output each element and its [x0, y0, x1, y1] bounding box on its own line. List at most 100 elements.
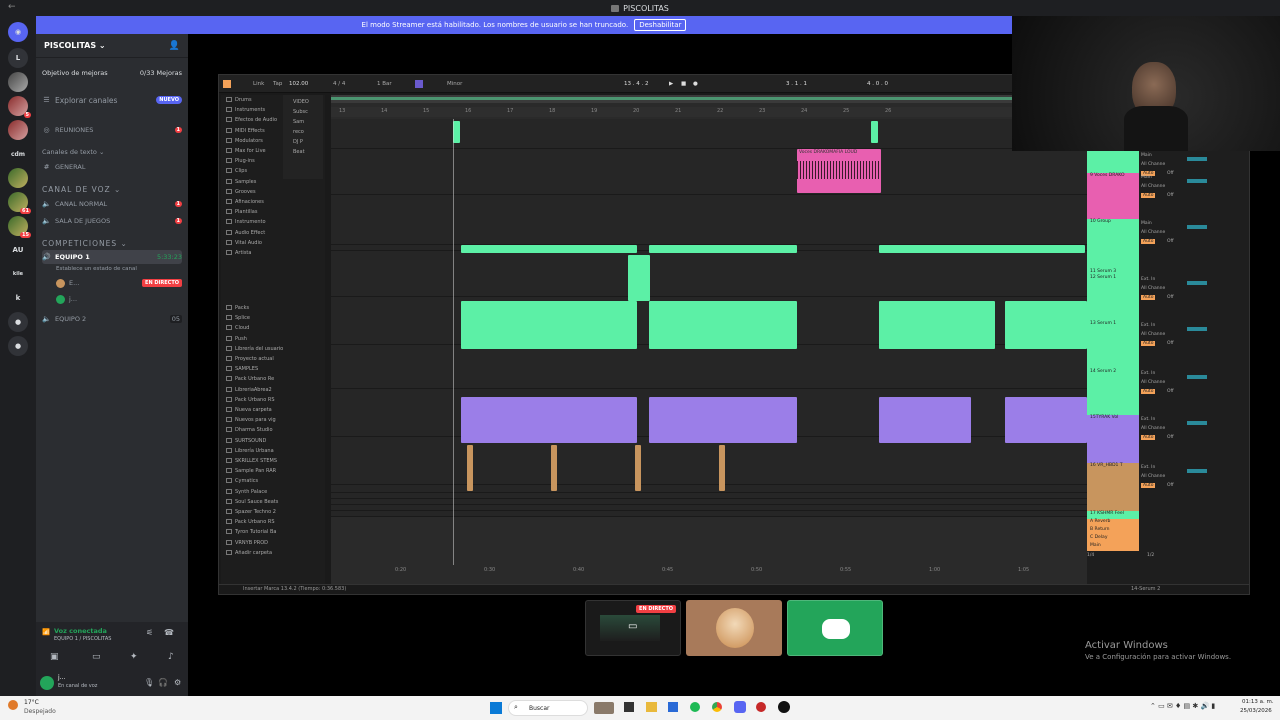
track-lane[interactable] — [331, 251, 1087, 297]
disconnect-icon[interactable]: ☎ — [164, 628, 174, 637]
overview-bar[interactable] — [331, 95, 1087, 103]
competitions-category[interactable]: COMPETICIONES ⌄ — [42, 236, 182, 250]
track-input[interactable]: Ext. In — [1141, 371, 1155, 376]
add-member-icon[interactable]: 👤 — [169, 41, 180, 51]
browser-collection[interactable]: Grooves — [235, 189, 256, 195]
widget-icon[interactable] — [594, 702, 614, 714]
track-title[interactable]: 15TYRAK Vol — [1087, 415, 1139, 463]
browser-folder[interactable]: VIDEO — [293, 99, 309, 105]
browser-place[interactable]: VRNYB PROD — [235, 540, 268, 546]
browser-collection[interactable]: Plantillas — [235, 209, 257, 215]
track-channel[interactable]: All Channe — [1141, 332, 1165, 337]
track-lane[interactable] — [331, 149, 1087, 195]
audio-clip[interactable] — [461, 397, 637, 443]
track-input[interactable]: Ext. In — [1141, 417, 1155, 422]
browser-place[interactable]: Librería del usuario — [235, 346, 283, 352]
track-title[interactable]: Main — [1087, 543, 1139, 551]
monitor-auto[interactable]: Auto — [1141, 389, 1156, 394]
noise-icon[interactable]: ⚟ — [146, 628, 153, 637]
server-cdm[interactable]: cdm — [8, 144, 28, 164]
browser-collection[interactable]: Vital Audio — [235, 240, 262, 246]
chrome-icon[interactable] — [712, 702, 722, 712]
track-title[interactable]: 12 Serum 1 — [1087, 275, 1139, 321]
file-explorer-icon[interactable] — [646, 702, 657, 712]
headphones-icon[interactable]: 🎧 — [158, 678, 168, 687]
track-lane[interactable] — [331, 119, 1087, 149]
track-title[interactable]: 10 Group — [1087, 219, 1139, 269]
browser-collection[interactable]: Plug-ins — [235, 158, 255, 164]
monitor-auto[interactable]: Auto — [1141, 193, 1156, 198]
meter-field[interactable]: 4 / 4 — [333, 81, 345, 87]
browser-collection[interactable]: Modulators — [235, 138, 263, 144]
monitor-off[interactable]: Off — [1167, 193, 1174, 198]
store-icon[interactable] — [668, 702, 678, 712]
browser-folder[interactable]: Sam — [293, 119, 304, 125]
browser-collection[interactable]: Audio Effect — [235, 230, 265, 236]
track-channel[interactable]: All Channe — [1141, 230, 1165, 235]
monitor-off[interactable]: Off — [1167, 295, 1174, 300]
monitor-off[interactable]: Off — [1167, 239, 1174, 244]
track-lane[interactable] — [331, 485, 1087, 493]
user-tile[interactable] — [686, 600, 782, 656]
track-title[interactable]: 17 KSHMR Feel — [1087, 511, 1139, 519]
task-view-icon[interactable] — [624, 702, 634, 712]
audio-clip[interactable] — [635, 445, 641, 491]
voice-channel[interactable]: 🔈 CANAL NORMAL 1 — [42, 197, 182, 211]
browser-place[interactable]: Nuevos para vig — [235, 417, 276, 423]
track-title[interactable]: 13 Serum 1 — [1087, 321, 1139, 369]
monitor-auto[interactable]: Auto — [1141, 239, 1156, 244]
position-field[interactable]: 13 . 4 . 2 — [624, 81, 649, 87]
audio-clip[interactable] — [871, 121, 878, 143]
server-k[interactable]: k — [8, 288, 28, 308]
server-avatar[interactable]: 5 — [8, 96, 31, 118]
voice-status[interactable]: Voz conectada — [54, 627, 107, 635]
server-avatar[interactable]: 61 — [8, 192, 31, 214]
track-title[interactable]: B Return — [1087, 527, 1139, 535]
browser-place[interactable]: Nueva carpeta — [235, 407, 272, 413]
server-avatar[interactable] — [8, 120, 28, 140]
bar-ruler[interactable]: 13 14 15 16 17 18 19 20 21 22 23 24 25 26 — [331, 107, 1087, 117]
server-avatar[interactable] — [8, 168, 28, 188]
tray-icons[interactable]: ⌃ ▭ ✉ ♦ ▤ ✱ 🔊 ▮ — [1150, 702, 1215, 710]
ableton-taskbar-icon[interactable] — [778, 701, 790, 713]
browser-place[interactable]: Splice — [235, 315, 250, 321]
explore-channels[interactable]: ☰ Explorar canales NUEVO — [42, 93, 182, 107]
track-channel[interactable]: All Channe — [1141, 380, 1165, 385]
track-input[interactable]: Main — [1141, 175, 1152, 180]
browser-place[interactable]: Sample Pan RAR — [235, 468, 276, 474]
activity-icon[interactable]: ✦ — [130, 652, 138, 662]
loop-start-field[interactable]: 3 . 1 . 1 — [786, 81, 807, 87]
track-channel[interactable]: All Channe — [1141, 286, 1165, 291]
weather-temp[interactable]: 17°C — [24, 699, 39, 706]
track-title[interactable]: 16 VR_HBD1 T — [1087, 463, 1139, 511]
monitor-auto[interactable]: Auto — [1141, 435, 1156, 440]
browser-place[interactable]: Packs — [235, 305, 249, 311]
browser-place[interactable]: Pack Urbano RS — [235, 519, 275, 525]
spotify-icon[interactable] — [690, 702, 700, 712]
browser-folder[interactable]: Subsc — [293, 109, 308, 115]
browser-place[interactable]: Librería Urbana — [235, 448, 274, 454]
track-lane[interactable] — [331, 437, 1087, 485]
track-title[interactable]: A Reverb — [1087, 519, 1139, 527]
audio-clip[interactable] — [1005, 397, 1087, 443]
monitor-off[interactable]: Off — [1167, 171, 1174, 176]
browser-place[interactable]: Synth Palace — [235, 489, 267, 495]
browser-collection[interactable]: Clips — [235, 168, 247, 174]
browser-place[interactable]: Pack Urbano Re — [235, 376, 274, 382]
weather-icon[interactable] — [8, 700, 18, 710]
audio-clip[interactable] — [879, 245, 1085, 253]
audio-clip[interactable] — [628, 255, 650, 301]
audio-clip[interactable] — [467, 445, 473, 491]
browser-place[interactable]: Push — [235, 336, 247, 342]
server-avatar[interactable]: ● — [8, 312, 28, 332]
voice-channel[interactable]: 🔈 SALA DE JUEGOS 1 — [42, 214, 182, 228]
settings-gear-icon[interactable]: ⚙ — [174, 678, 181, 687]
monitor-off[interactable]: Off — [1167, 389, 1174, 394]
browser-place[interactable]: Proyecto actual — [235, 356, 274, 362]
clock-date[interactable]: 25/03/2026 — [1240, 708, 1272, 714]
app-icon[interactable] — [756, 702, 766, 712]
server-header[interactable]: PISCOLITAS ⌄ 👤 — [36, 34, 188, 58]
loop-length-field[interactable]: 4 . 0 . 0 — [867, 81, 888, 87]
audio-clip[interactable] — [453, 121, 460, 143]
link-button[interactable]: Link — [253, 81, 264, 87]
